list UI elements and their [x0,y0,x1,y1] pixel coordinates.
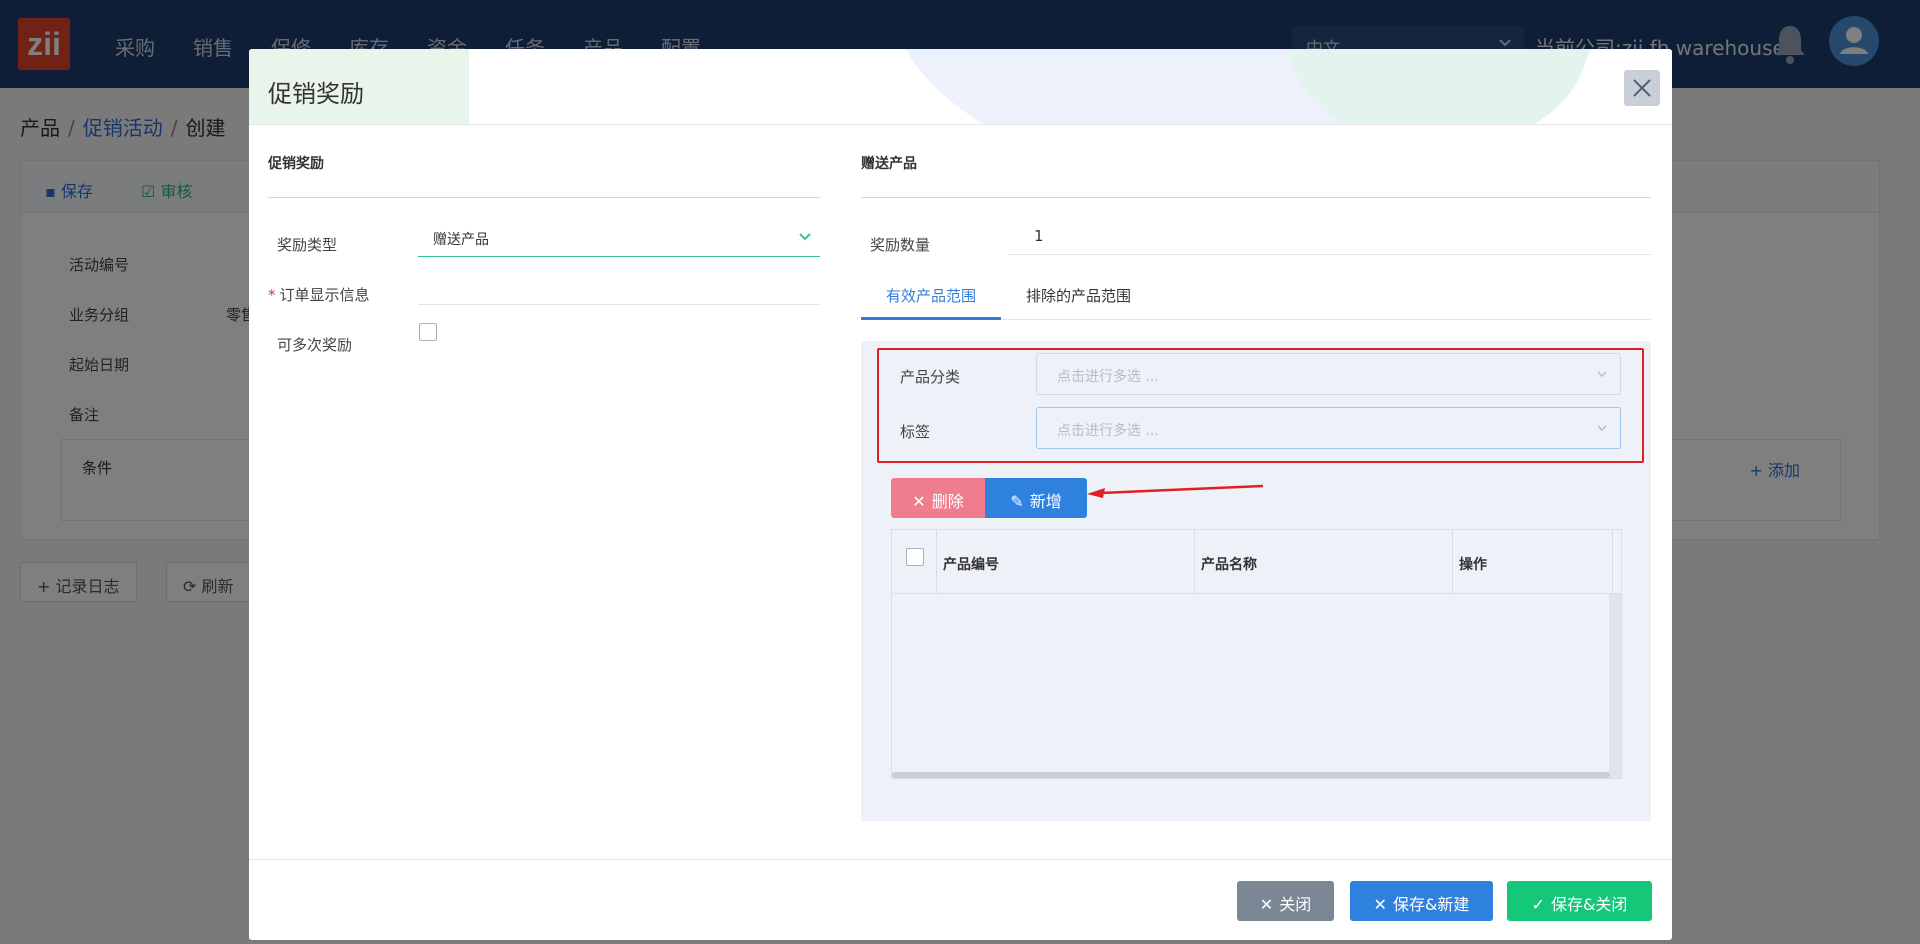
select-all-cell [892,530,937,594]
save-close-label: 保存&关闭 [1550,895,1628,914]
save-new-button[interactable]: ✕ 保存&新建 [1350,881,1493,921]
new-button[interactable]: ✎ 新增 [985,478,1087,518]
qty-input[interactable]: 1 [1034,227,1044,245]
order-info-text: 订单显示信息 [279,286,370,304]
multi-reward-label: 可多次奖励 [277,336,353,354]
edit-icon: ✎ [1010,492,1024,511]
chevron-down-icon [1596,422,1608,438]
category-placeholder: 点击进行多选 ... [1057,369,1159,385]
left-section-title: 促销奖励 [268,156,324,172]
tab-content: 产品分类 点击进行多选 ... 标签 点击进行多选 ... ✕ 删除 ✎ 新增 [861,341,1651,821]
close-icon [1633,79,1651,97]
multi-reward-checkbox[interactable] [419,323,437,341]
check-icon: ✓ [1531,895,1545,914]
close-icon: ✕ [912,492,926,511]
qty-input-underline [1009,254,1651,255]
table-header: 产品编号 产品名称 操作 [892,530,1621,594]
save-new-label: 保存&新建 [1392,895,1470,914]
annotation-arrow-icon [1087,484,1264,498]
save-close-button[interactable]: ✓ 保存&关闭 [1507,881,1652,921]
right-section-title: 赠送产品 [861,156,917,172]
delete-label: 删除 [931,492,964,511]
close-button[interactable]: ✕ 关闭 [1237,881,1334,921]
section-divider [268,197,820,198]
column-header-name[interactable]: 产品名称 [1195,530,1453,594]
header-decoration [1289,49,1589,124]
qty-label: 奖励数量 [870,236,931,254]
close-icon: ✕ [1259,895,1274,914]
product-table: 产品编号 产品名称 操作 [891,529,1622,779]
required-asterisk: * [268,286,276,304]
tag-label: 标签 [900,423,931,441]
order-info-label: * 订单显示信息 [268,284,370,305]
chevron-down-icon [1596,368,1608,384]
close-modal-button[interactable] [1624,70,1660,106]
category-multiselect[interactable]: 点击进行多选 ... [1036,353,1621,395]
tab-excluded-range[interactable]: 排除的产品范围 [1026,285,1131,306]
close-icon: ✕ [1373,895,1387,914]
delete-button[interactable]: ✕ 删除 [891,478,985,518]
modal-footer: ✕ 关闭 ✕ 保存&新建 ✓ 保存&关闭 [249,859,1672,940]
reward-type-select[interactable]: 赠送产品 [418,219,820,257]
modal-header: 促销奖励 [249,49,1672,125]
close-label: 关闭 [1279,895,1312,914]
column-header-action: 操作 [1453,530,1613,594]
reward-type-value: 赠送产品 [433,232,489,248]
category-label: 产品分类 [900,368,961,386]
active-tab-indicator [861,317,1001,320]
reward-type-label: 奖励类型 [277,236,338,254]
order-info-input[interactable] [418,304,820,305]
section-divider [861,197,1651,198]
tag-placeholder: 点击进行多选 ... [1057,423,1159,439]
tab-valid-range[interactable]: 有效产品范围 [886,285,976,306]
new-label: 新增 [1029,492,1062,511]
modal-title: 促销奖励 [268,80,364,108]
column-header-code[interactable]: 产品编号 [937,530,1195,594]
vertical-scrollbar[interactable] [1609,594,1621,778]
horizontal-scrollbar[interactable] [892,772,1610,778]
tag-multiselect[interactable]: 点击进行多选 ... [1036,407,1621,449]
chevron-down-icon [798,230,812,248]
select-all-checkbox[interactable] [906,548,924,566]
reward-modal: 促销奖励 促销奖励 奖励类型 赠送产品 * 订单显示信息 可多次奖励 赠送产品 奖… [249,49,1672,940]
